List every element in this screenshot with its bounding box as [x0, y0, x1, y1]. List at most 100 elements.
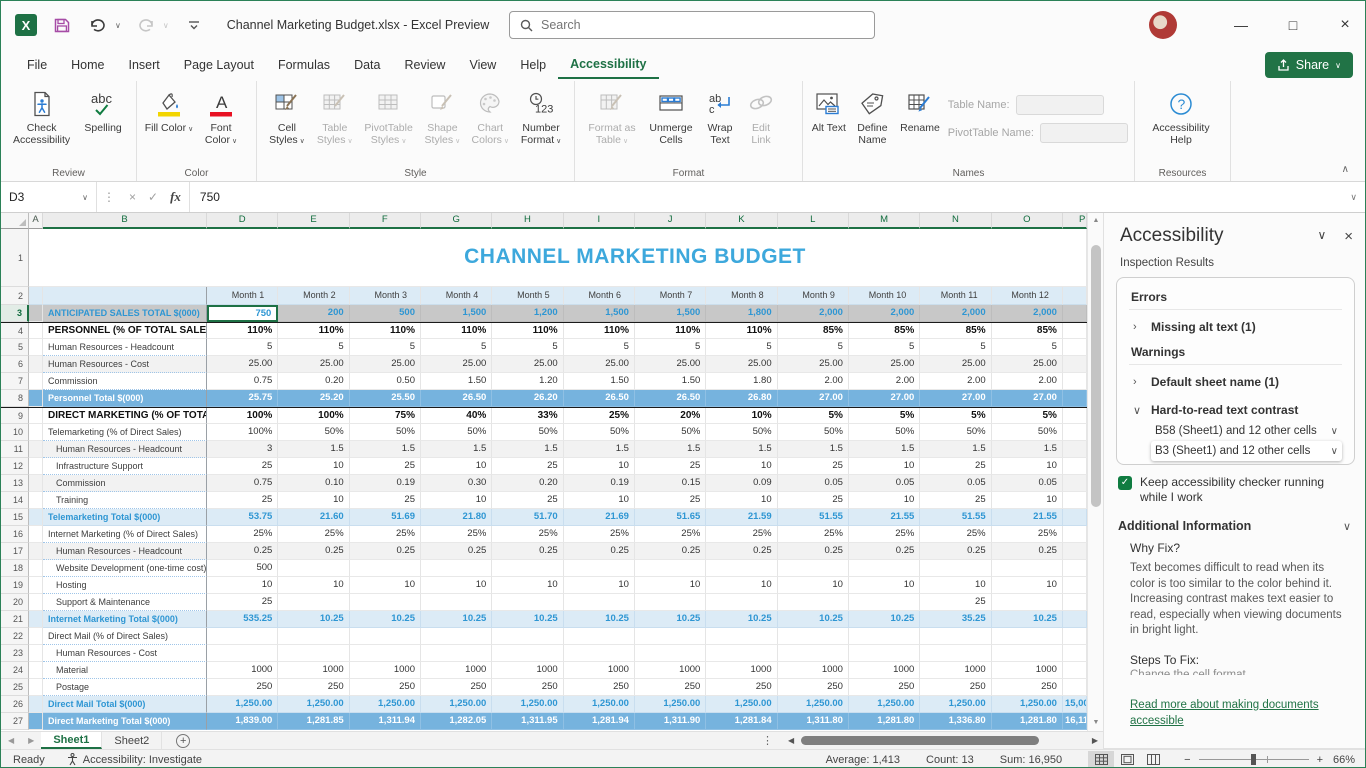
cell[interactable]: 50% — [920, 424, 991, 441]
cell[interactable]: 0.25 — [920, 543, 991, 560]
cell[interactable]: 1.50 — [564, 373, 635, 390]
cell[interactable] — [421, 594, 492, 611]
search-input[interactable]: Search — [509, 11, 875, 39]
pane-close-icon[interactable]: × — [1344, 228, 1353, 245]
cell[interactable]: 50% — [635, 424, 706, 441]
cell[interactable]: 1.5 — [564, 441, 635, 458]
cell[interactable]: Personnel Total $(000) — [43, 390, 207, 407]
cell[interactable]: 0.25 — [207, 543, 278, 560]
cell[interactable] — [849, 594, 920, 611]
row-header[interactable]: 2 — [1, 287, 29, 305]
tab-insert[interactable]: Insert — [117, 52, 172, 78]
horizontal-scrollbar[interactable]: ◀ ▶ — [783, 732, 1103, 749]
cell[interactable]: Commission — [43, 475, 207, 492]
cell[interactable] — [1063, 509, 1087, 526]
cell-styles-button[interactable]: Cell Styles — [263, 85, 311, 148]
cell[interactable]: 1,800 — [706, 305, 777, 322]
active-cell[interactable]: 750 — [207, 305, 278, 322]
cell[interactable] — [920, 645, 991, 662]
cell[interactable] — [635, 560, 706, 577]
cell[interactable]: Month 3 — [350, 287, 421, 305]
cell[interactable]: 25.00 — [706, 356, 777, 373]
cell[interactable]: 25 — [635, 458, 706, 475]
cell[interactable]: 25 — [492, 458, 563, 475]
cell[interactable]: 250 — [706, 679, 777, 696]
cell[interactable]: 1,281.85 — [278, 713, 349, 730]
cell[interactable] — [29, 662, 43, 679]
tab-home[interactable]: Home — [59, 52, 116, 78]
cell[interactable]: 10 — [278, 492, 349, 509]
cell[interactable]: 16,114.67 — [1063, 713, 1087, 730]
cell[interactable] — [1063, 679, 1087, 696]
item-dropdown-icon[interactable]: ∨ — [1331, 426, 1338, 437]
cell[interactable]: 0.75 — [207, 475, 278, 492]
cell[interactable] — [492, 645, 563, 662]
cell[interactable]: 20% — [635, 408, 706, 424]
cell[interactable]: 25% — [920, 526, 991, 543]
cell[interactable]: 25.00 — [564, 356, 635, 373]
cell[interactable]: 250 — [992, 679, 1063, 696]
cell[interactable]: 25.00 — [920, 356, 991, 373]
cell[interactable] — [29, 373, 43, 390]
cell[interactable]: 50% — [564, 424, 635, 441]
cell[interactable] — [1063, 390, 1087, 407]
cell[interactable] — [421, 645, 492, 662]
cell[interactable]: 27.00 — [920, 390, 991, 407]
cell[interactable]: 110% — [421, 323, 492, 339]
cell[interactable]: 535.25 — [207, 611, 278, 628]
number-format-button[interactable]: 123 Number Format — [514, 85, 568, 148]
cell[interactable]: 1000 — [278, 662, 349, 679]
column-header[interactable]: B — [43, 213, 207, 229]
cell[interactable]: 1,839.00 — [207, 713, 278, 730]
cell[interactable]: Month 12 — [992, 287, 1063, 305]
cell[interactable]: 250 — [207, 679, 278, 696]
cell[interactable]: 0.20 — [492, 475, 563, 492]
cell[interactable]: 25 — [778, 492, 849, 509]
collapse-icon[interactable]: ∨ — [1133, 404, 1141, 417]
check-accessibility-button[interactable]: Check Accessibility — [7, 85, 76, 146]
cell[interactable]: 1.5 — [920, 441, 991, 458]
cell[interactable]: 25.00 — [207, 356, 278, 373]
column-header[interactable]: J — [635, 213, 706, 229]
cell[interactable]: Human Resources - Cost — [43, 356, 207, 373]
cell[interactable]: 2,000 — [992, 305, 1063, 322]
cell[interactable]: 110% — [635, 323, 706, 339]
cell[interactable]: 0.25 — [350, 543, 421, 560]
cell[interactable]: 110% — [706, 323, 777, 339]
cell[interactable]: 25.00 — [778, 356, 849, 373]
fill-color-dropdown-icon[interactable] — [186, 122, 193, 134]
cell[interactable]: 27.00 — [849, 390, 920, 407]
cell[interactable]: 5 — [706, 339, 777, 356]
cell[interactable]: 250 — [920, 679, 991, 696]
cell[interactable]: 0.25 — [278, 543, 349, 560]
cell[interactable]: 21.69 — [564, 509, 635, 526]
cell[interactable]: 0.10 — [278, 475, 349, 492]
cell[interactable]: 10 — [350, 577, 421, 594]
tab-file[interactable]: File — [15, 52, 59, 78]
cell[interactable]: 1,311.80 — [778, 713, 849, 730]
cell[interactable]: 1,250.00 — [992, 696, 1063, 713]
cell[interactable]: 1.5 — [492, 441, 563, 458]
cell[interactable]: 21.80 — [421, 509, 492, 526]
cell[interactable]: 110% — [564, 323, 635, 339]
cell[interactable]: 10 — [564, 577, 635, 594]
cell[interactable]: Month 11 — [920, 287, 991, 305]
cell[interactable]: 10 — [992, 492, 1063, 509]
cell[interactable] — [778, 594, 849, 611]
cell[interactable]: 25.75 — [207, 390, 278, 407]
cell[interactable]: Month 7 — [635, 287, 706, 305]
row-header[interactable]: 21 — [1, 611, 29, 628]
cell[interactable]: 10 — [992, 577, 1063, 594]
cell[interactable] — [29, 560, 43, 577]
row-header[interactable]: 18 — [1, 560, 29, 577]
cell[interactable] — [778, 628, 849, 645]
font-color-dropdown-icon[interactable] — [230, 134, 237, 146]
cell[interactable]: 250 — [350, 679, 421, 696]
cell[interactable]: 5 — [564, 339, 635, 356]
zoom-level[interactable]: 66% — [1333, 754, 1366, 766]
column-header[interactable]: N — [920, 213, 991, 229]
cell[interactable] — [207, 645, 278, 662]
column-header[interactable]: M — [849, 213, 920, 229]
cell[interactable]: 25 — [207, 594, 278, 611]
cell[interactable]: 1,250.00 — [849, 696, 920, 713]
